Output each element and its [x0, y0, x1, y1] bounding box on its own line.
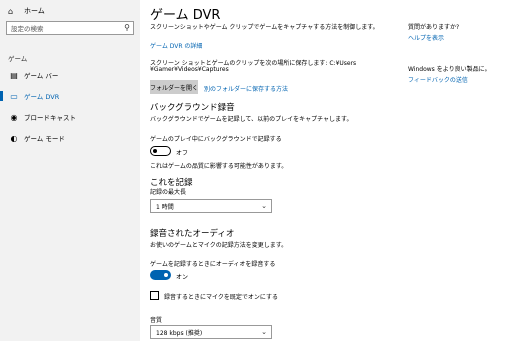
sidebar-item-label: ゲーム バー — [24, 72, 59, 80]
open-folder-button[interactable]: フォルダーを開く — [150, 80, 198, 94]
sidebar-item-game-mode[interactable]: ◐ ゲーム モード — [0, 131, 140, 145]
save-path-text-cont: ¥Gamer¥Videos¥Captures — [150, 66, 229, 73]
background-recording-description: バックグラウンドでゲームを記録して、以前のプレイをキャプチャします。 — [150, 116, 353, 123]
audio-quality-dropdown[interactable]: 128 kbps (推奨) ⌄ — [150, 325, 272, 339]
feedback-text: Windows をより良い製品に。 — [408, 66, 491, 73]
recorded-audio-heading: 録音されたオーディオ — [150, 229, 235, 239]
game-mode-icon: ◐ — [10, 133, 18, 143]
sidebar-home[interactable]: ⌂ ホーム — [8, 4, 45, 18]
chevron-down-icon: ⌄ — [261, 202, 267, 210]
sidebar-section-label: ゲーム — [8, 55, 28, 63]
help-question: 質問がありますか? — [408, 24, 460, 31]
max-length-dropdown[interactable]: 1 時間 ⌄ — [150, 199, 272, 213]
recorded-audio-description: お使いのゲームとマイクの記録方法を変更します。 — [150, 242, 288, 249]
sidebar-item-game-bar[interactable]: ▤ ゲーム バー — [0, 68, 140, 82]
broadcast-icon: ◉ — [10, 112, 18, 122]
audio-toggle-state: オン — [176, 274, 189, 281]
help-link[interactable]: ヘルプを表示 — [408, 33, 444, 42]
page-title: ゲーム DVR — [150, 8, 221, 23]
background-recording-heading: バックグラウンド録音 — [150, 103, 235, 113]
search-icon[interactable]: ⚲ — [124, 23, 130, 32]
sidebar-item-game-dvr[interactable]: ▭ ゲーム DVR — [0, 89, 140, 103]
sidebar-item-label: ブロードキャスト — [24, 114, 76, 122]
audio-quality-value: 128 kbps (推奨) — [156, 329, 203, 337]
toggle-knob — [164, 273, 168, 277]
mic-default-checkbox[interactable] — [150, 291, 159, 300]
background-toggle-label: ゲームのプレイ中にバックグラウンドで記録する — [150, 136, 282, 143]
feedback-link[interactable]: フィードバックの送信 — [408, 75, 468, 84]
sidebar-item-label: ゲーム モード — [24, 135, 65, 143]
sidebar-item-label: ゲーム DVR — [24, 93, 60, 101]
sidebar-item-broadcast[interactable]: ◉ ブロードキャスト — [0, 110, 140, 124]
max-length-value: 1 時間 — [156, 203, 174, 211]
search-placeholder: 設定の検索 — [11, 25, 44, 33]
background-recording-toggle[interactable] — [150, 146, 171, 156]
max-length-label: 記録の最大長 — [150, 189, 187, 196]
game-bar-icon: ▤ — [10, 70, 18, 80]
search-input[interactable]: 設定の検索 ⚲ — [6, 21, 134, 35]
audio-toggle-label: ゲームを記録するときにオーディオを録音する — [150, 261, 276, 268]
mic-default-label: 録音するときにマイクを既定でオンにする — [164, 294, 278, 301]
audio-quality-label: 音質 — [150, 317, 163, 324]
game-dvr-icon: ▭ — [10, 91, 18, 101]
toggle-knob — [153, 148, 157, 153]
background-toggle-state: オフ — [176, 150, 189, 157]
background-recording-note: これはゲームの品質に影響する可能性があります。 — [150, 163, 288, 170]
other-folder-link[interactable]: 別のフォルダーに保存する方法 — [204, 84, 288, 93]
home-icon: ⌂ — [8, 6, 14, 16]
sidebar-home-label: ホーム — [24, 7, 45, 15]
sidebar: ⌂ ホーム 設定の検索 ⚲ ゲーム ▤ ゲーム バー ▭ ゲーム DVR ◉ ブ… — [0, 0, 140, 341]
chevron-down-icon: ⌄ — [261, 328, 267, 336]
record-audio-toggle[interactable] — [150, 270, 171, 280]
details-link[interactable]: ゲーム DVR の詳細 — [150, 41, 202, 50]
page-description: スクリーンショットやゲーム クリップでゲームをキャプチャする方法を制御します。 — [150, 24, 379, 31]
